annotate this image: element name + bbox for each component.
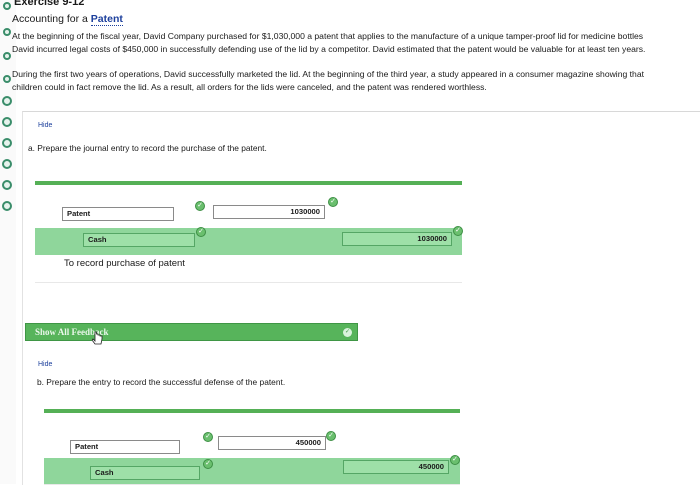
credit-amount-field-b[interactable]: 450000 [343,460,449,474]
debit-amount-field-a[interactable]: 1030000 [213,205,325,219]
subtitle-text: Accounting for a [12,13,91,25]
intro-line-1: At the beginning of the fiscal year, Dav… [12,31,644,41]
intro-line-2: David incurred legal costs of $450,000 i… [12,44,646,54]
entry-description-a: To record purchase of patent [64,258,185,269]
check-icon: ✓ [343,328,352,337]
check-icon: ✓ [196,227,206,237]
status-dot-icon [3,28,11,36]
status-dot-icon [2,117,12,127]
check-icon: ✓ [195,201,205,211]
debit-amount-field-b[interactable]: 450000 [218,436,326,450]
intro-line-4: children could in fact remove the lid. A… [12,82,487,92]
exercise-subtitle: Accounting for a Patent [12,13,123,26]
status-dot-icon [2,201,12,211]
check-icon: ✓ [203,459,213,469]
status-dot-icon [2,159,12,169]
check-icon: ✓ [328,197,338,207]
patent-link[interactable]: Patent [90,13,123,26]
show-all-feedback-button[interactable]: Show All Feedback ✓ [25,323,358,341]
pointer-cursor-icon [92,331,103,345]
question-a: a. Prepare the journal entry to record t… [28,143,267,153]
status-dot-icon [3,52,11,60]
status-dot-icon [2,96,12,106]
exercise-title: Exercise 9-12 [14,0,85,8]
debit-account-field-a[interactable]: Patent [62,207,174,221]
check-icon: ✓ [453,226,463,236]
status-dot-icon [3,75,11,83]
question-b: b. Prepare the entry to record the succe… [37,377,286,387]
credit-account-field-b[interactable]: Cash [90,466,200,480]
status-dot-icon [2,138,12,148]
status-dot-icon [3,2,11,10]
check-icon: ✓ [450,455,460,465]
intro-line-3: During the first two years of operations… [12,69,644,79]
check-icon: ✓ [326,431,336,441]
credit-account-field-a[interactable]: Cash [83,233,195,247]
credit-amount-field-a[interactable]: 1030000 [342,232,452,246]
hide-link-b[interactable]: Hide [38,361,52,368]
hide-link-a[interactable]: Hide [38,122,52,129]
status-dot-icon [2,180,12,190]
check-icon: ✓ [203,432,213,442]
debit-account-field-b[interactable]: Patent [70,440,180,454]
